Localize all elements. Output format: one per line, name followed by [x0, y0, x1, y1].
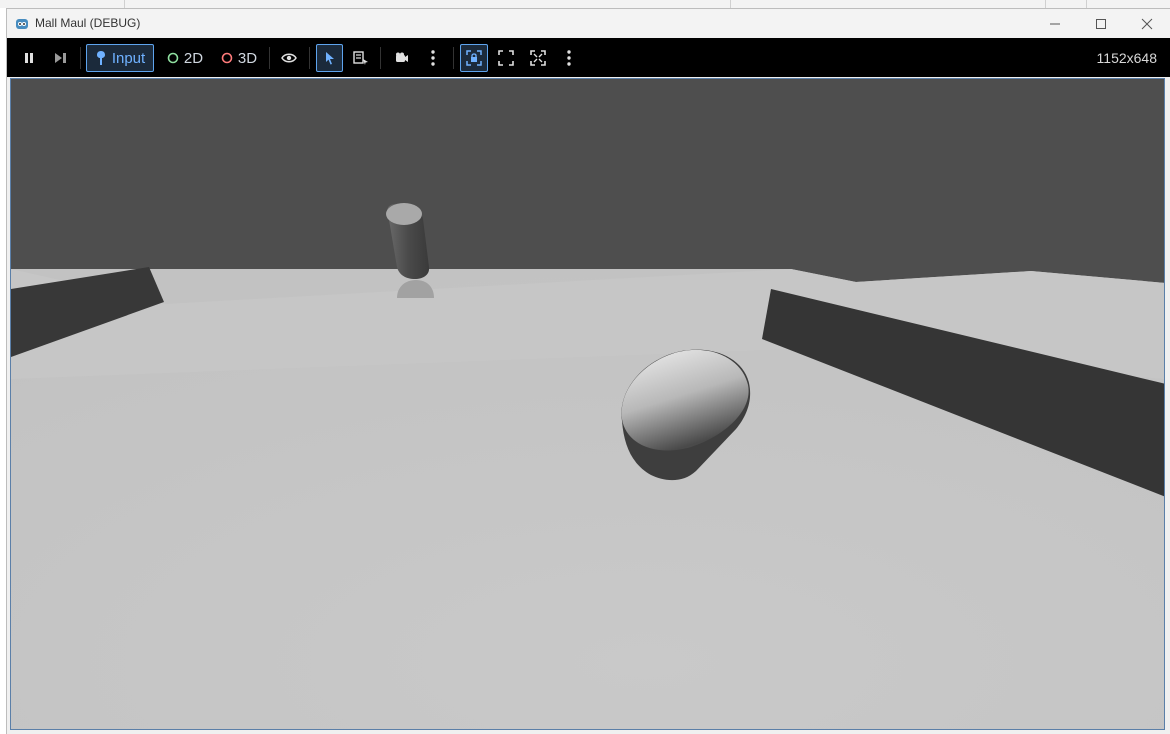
pause-icon — [25, 53, 33, 63]
camera-lock-button[interactable] — [460, 44, 488, 72]
expand-icon — [530, 50, 546, 66]
godot-icon — [16, 19, 28, 29]
mode-2d-button[interactable]: 2D — [165, 44, 205, 72]
pause-button[interactable] — [17, 44, 41, 72]
background-divider — [1086, 0, 1087, 8]
close-icon — [1141, 18, 1153, 29]
toolbar-separator — [309, 47, 310, 69]
resolution-readout: 1152x648 — [1096, 50, 1157, 66]
toolbar-separator — [80, 47, 81, 69]
select-button[interactable] — [316, 44, 343, 72]
background-divider — [1045, 0, 1046, 8]
list-select-button[interactable] — [349, 44, 373, 72]
mode-2d-label: 2D — [183, 49, 204, 67]
visibility-icon — [281, 53, 297, 63]
step-frame-button[interactable] — [49, 44, 73, 72]
circle-3d-icon — [221, 52, 233, 64]
window-title: Mall Maul (DEBUG) — [35, 16, 141, 30]
toolbar-separator — [380, 47, 381, 69]
toolbar-separator — [453, 47, 454, 69]
fullscreen-icon — [498, 50, 514, 66]
game-toolbar: Input 2D 3D 1152x648 — [7, 38, 1170, 77]
toolbar-separator — [269, 47, 270, 69]
input-icon — [96, 51, 105, 65]
view-more-button[interactable] — [559, 44, 579, 72]
background-divider — [124, 0, 125, 8]
more-icon — [567, 50, 571, 66]
camera-button[interactable] — [389, 44, 413, 72]
expand-button[interactable] — [526, 44, 550, 72]
background-divider — [730, 0, 731, 8]
close-button[interactable] — [1124, 9, 1170, 38]
minimize-button[interactable] — [1032, 9, 1078, 38]
fullscreen-button[interactable] — [494, 44, 518, 72]
mode-3d-button[interactable]: 3D — [219, 44, 259, 72]
background-window — [0, 0, 1170, 8]
select-arrow-icon — [325, 52, 334, 65]
step-frame-icon — [55, 53, 66, 63]
camera-lock-icon — [466, 50, 482, 66]
viewport-scene — [11, 79, 1164, 729]
camera-more-button[interactable] — [423, 44, 443, 72]
input-label: Input — [111, 49, 146, 67]
more-icon — [431, 50, 435, 66]
camera-icon — [396, 52, 408, 62]
list-select-icon — [353, 51, 368, 65]
input-toggle-button[interactable]: Input — [86, 44, 154, 72]
circle-2d-icon — [167, 52, 179, 64]
minimize-icon — [1050, 23, 1060, 24]
visibility-button[interactable] — [277, 44, 301, 72]
mode-3d-label: 3D — [237, 49, 258, 67]
maximize-icon — [1096, 18, 1106, 29]
game-viewport[interactable] — [10, 78, 1165, 730]
title-bar[interactable]: Mall Maul (DEBUG) — [7, 9, 1170, 38]
maximize-button[interactable] — [1078, 9, 1124, 38]
game-window: Mall Maul (DEBUG) Input 2D 3D 1152x648 — [6, 8, 1170, 734]
